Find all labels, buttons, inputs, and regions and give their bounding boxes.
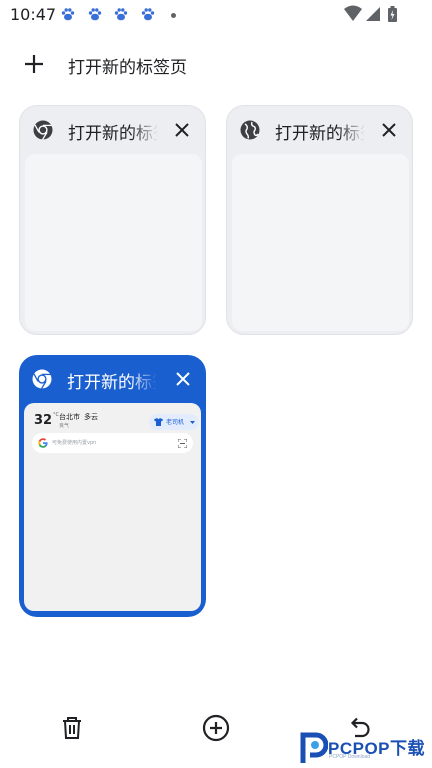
tab-title: 打开新的标签页 bbox=[275, 124, 365, 143]
wifi-icon bbox=[344, 5, 362, 21]
tab-title: 打开新的标签页 bbox=[68, 124, 158, 143]
tab-card[interactable]: 打开新的标签页 bbox=[226, 105, 413, 335]
trash-icon[interactable] bbox=[58, 714, 86, 742]
tab-header: 打开新的标签页 bbox=[20, 106, 205, 154]
baidu-paw-icon bbox=[141, 8, 155, 21]
system-status-icons bbox=[344, 5, 397, 22]
weather-widget: 32 °C 台北市 多云 良气 老司机 bbox=[32, 411, 199, 433]
weather-condition: 多云 bbox=[84, 413, 98, 421]
tab-card-active[interactable]: 打开新的标签页 32 °C 台北市 多云 良气 老司机 可免费使用内置vpn bbox=[19, 355, 206, 617]
open-new-tab-row[interactable]: 打开新的标签页 bbox=[0, 46, 432, 82]
new-tab-label: 打开新的标签页 bbox=[68, 58, 187, 78]
baidu-paw-icon bbox=[114, 8, 128, 21]
search-bar: 可免费使用内置vpn bbox=[32, 433, 193, 453]
air-quality: 良气 bbox=[59, 423, 70, 429]
scan-icon bbox=[178, 439, 187, 448]
cellular-signal-icon bbox=[366, 7, 380, 21]
tab-header: 打开新的标签页 bbox=[19, 355, 206, 403]
chevron-down-icon bbox=[190, 421, 195, 424]
battery-charging-icon bbox=[388, 6, 397, 22]
tab-title: 打开新的标签页 bbox=[67, 373, 157, 392]
plus-icon bbox=[25, 55, 43, 73]
google-icon bbox=[38, 438, 48, 448]
add-circle-icon[interactable] bbox=[202, 714, 230, 742]
globe-icon bbox=[240, 120, 260, 140]
tab-thumbnail: 32 °C 台北市 多云 良气 老司机 可免费使用内置vpn bbox=[24, 403, 201, 611]
status-time: 10:47 bbox=[10, 5, 57, 24]
tab-thumbnail bbox=[25, 154, 202, 331]
user-button-label: 老司机 bbox=[166, 419, 185, 426]
shirt-icon bbox=[154, 418, 163, 426]
chrome-icon bbox=[33, 120, 53, 140]
chrome-icon bbox=[32, 369, 52, 389]
close-icon[interactable] bbox=[174, 370, 192, 388]
city: 台北市 bbox=[59, 413, 80, 421]
search-placeholder: 可免费使用内置vpn bbox=[52, 440, 97, 446]
watermark: PCPOP下载 PCPOP Download bbox=[298, 729, 432, 768]
watermark-subtext: PCPOP Download bbox=[329, 754, 371, 760]
close-icon[interactable] bbox=[380, 121, 398, 139]
close-icon[interactable] bbox=[173, 121, 191, 139]
tab-header: 打开新的标签页 bbox=[227, 106, 412, 154]
baidu-paw-icon bbox=[88, 8, 102, 21]
tab-card[interactable]: 打开新的标签页 bbox=[19, 105, 206, 335]
tab-thumbnail bbox=[232, 154, 409, 331]
more-notifications-dot bbox=[171, 13, 176, 18]
baidu-paw-icon bbox=[61, 8, 75, 21]
pcpop-logo-icon bbox=[300, 732, 328, 763]
status-bar: 10:47 bbox=[0, 0, 432, 30]
temperature: 32 bbox=[34, 413, 53, 428]
user-button: 老司机 bbox=[149, 414, 199, 430]
